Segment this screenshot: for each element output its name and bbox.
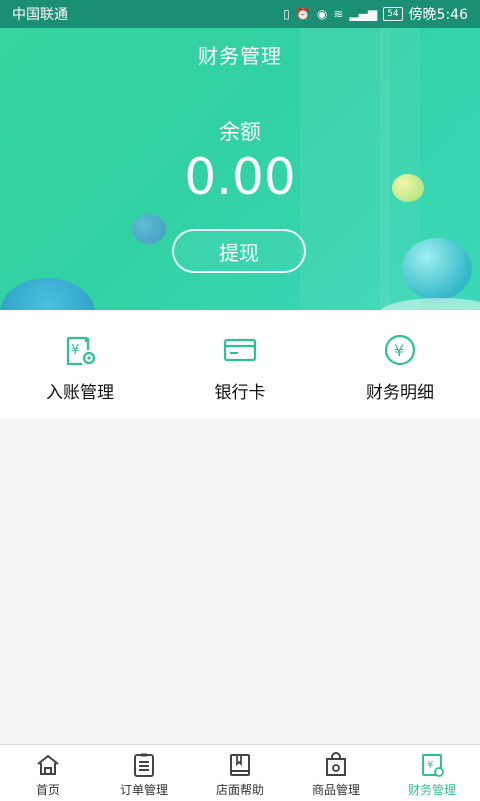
bubble-decoration	[132, 214, 166, 244]
svg-text:¥: ¥	[71, 343, 79, 358]
order-list-icon	[134, 753, 154, 777]
bag-icon	[326, 752, 346, 776]
vibrate-icon: ▯	[283, 7, 290, 21]
menu-label: 财务明细	[366, 382, 434, 403]
tab-label: 商品管理	[311, 783, 360, 797]
menu-label: 银行卡	[214, 382, 266, 403]
finance-icon: ¥	[422, 754, 444, 777]
content-area	[0, 418, 480, 744]
tab-store-help[interactable]: 店面帮助	[192, 745, 288, 801]
bottom-tab-bar: 首页 订单管理 店面帮助 商品管理 ¥ 财务管理	[0, 744, 480, 801]
menu-label: 入账管理	[46, 382, 114, 403]
battery-level: 54	[387, 9, 399, 19]
yen-circle-icon: ¥	[384, 334, 416, 365]
finance-menu: ¥ 入账管理 银行卡 ¥ 财务明细	[0, 310, 480, 418]
book-icon	[230, 754, 250, 776]
status-icons: ▯ ⏰ ◉ ≋ ▂▄▆ 54 傍晚5:46	[283, 4, 468, 24]
balance-label: 余额	[219, 120, 261, 144]
tab-home[interactable]: 首页	[0, 745, 96, 801]
status-time: 傍晚5:46	[408, 7, 468, 23]
bank-card-icon	[223, 338, 257, 361]
battery-icon: 54	[383, 7, 403, 21]
tab-label: 订单管理	[119, 783, 168, 797]
tab-label: 店面帮助	[215, 783, 264, 797]
tab-products[interactable]: 商品管理	[288, 745, 384, 801]
signal-icon: ▂▄▆	[349, 7, 378, 21]
finance-header: 财务管理 余额 0.00 提现	[0, 28, 480, 310]
tab-finance[interactable]: ¥ 财务管理	[384, 745, 480, 801]
eye-icon: ◉	[316, 7, 328, 21]
menu-item-income[interactable]: ¥ 入账管理	[0, 310, 160, 418]
status-bar: 中国联通 ▯ ⏰ ◉ ≋ ▂▄▆ 54 傍晚5:46	[0, 0, 480, 28]
home-icon	[37, 754, 59, 775]
tab-orders[interactable]: 订单管理	[96, 745, 192, 801]
svg-text:¥: ¥	[427, 760, 433, 771]
bubble-decoration	[0, 278, 95, 310]
carrier-name: 中国联通	[12, 7, 68, 23]
tab-label: 首页	[35, 783, 60, 797]
withdraw-button[interactable]: 提现	[172, 229, 306, 273]
bubble-decoration	[392, 174, 424, 202]
bubble-decoration	[402, 238, 472, 300]
wifi-icon: ≋	[333, 7, 344, 21]
tab-label: 财务管理	[407, 783, 456, 797]
page-title: 财务管理	[198, 44, 282, 68]
receipt-gear-icon: ¥	[66, 336, 96, 365]
menu-item-finance-detail[interactable]: ¥ 财务明细	[320, 310, 480, 418]
alarm-icon: ⏰	[295, 7, 311, 21]
svg-text:¥: ¥	[394, 341, 404, 360]
menu-item-bank-card[interactable]: 银行卡	[160, 310, 320, 418]
